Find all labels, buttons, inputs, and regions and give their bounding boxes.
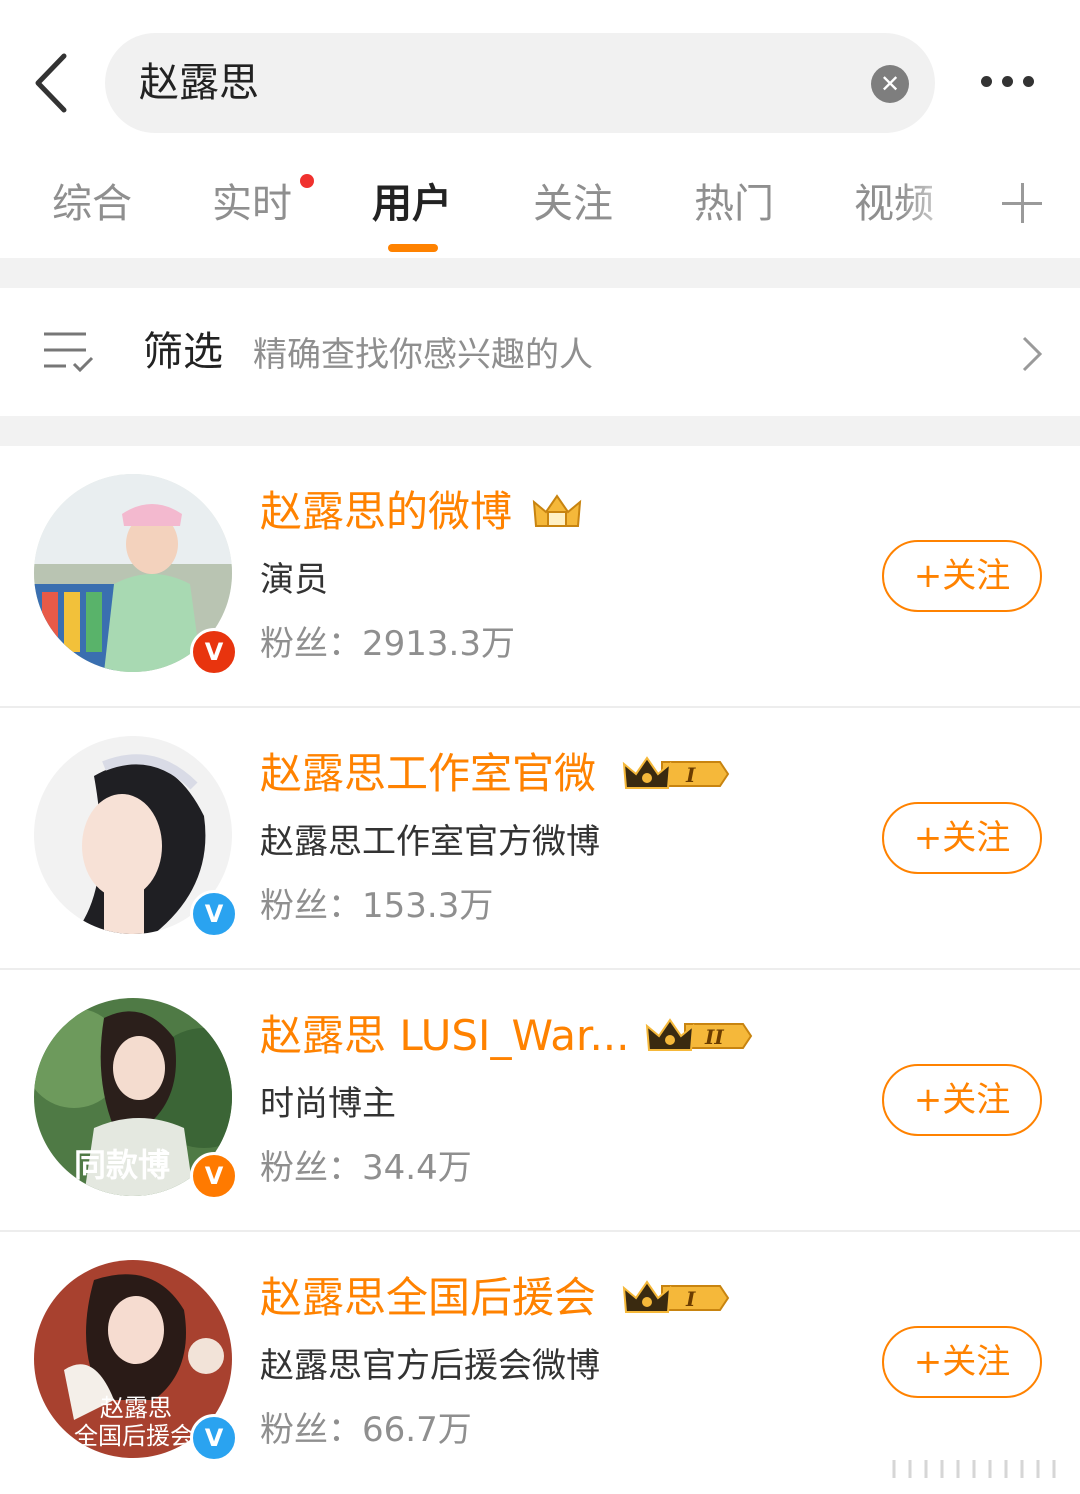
scroll-indicator [892, 1460, 1056, 1478]
search-box[interactable]: 赵露思 ✕ [105, 33, 935, 133]
follow-button[interactable]: +关注 [882, 1064, 1042, 1136]
fan-count: 粉丝：34.4万 [260, 1148, 472, 1188]
crown-badge-icon [532, 494, 582, 527]
follow-button[interactable]: +关注 [882, 540, 1042, 612]
verified-badge-icon: V [190, 628, 238, 676]
crown-level-badge-icon: I [622, 1280, 730, 1313]
filter-description: 精确查找你感兴趣的人 [253, 335, 593, 375]
tab-hot[interactable]: 热门 [694, 180, 774, 228]
user-description: 赵露思工作室官方微博 [260, 822, 600, 862]
back-arrow-icon[interactable] [30, 50, 80, 116]
follow-button[interactable]: +关注 [882, 802, 1042, 874]
fan-count: 粉丝：153.3万 [260, 886, 494, 926]
svg-text:II: II [704, 1025, 724, 1049]
user-result-row[interactable]: 赵露思 全国后援会 V 赵露思全国后援会 I 赵露思官方后援会微博 粉丝：66.… [0, 1232, 1080, 1494]
tab-following[interactable]: 关注 [533, 180, 613, 228]
fan-count: 粉丝：2913.3万 [260, 624, 515, 664]
section-gap [0, 416, 1080, 446]
active-tab-indicator [388, 244, 438, 252]
user-result-row[interactable]: V 赵露思工作室官微 I 赵露思工作室官方微博 粉丝：153.3万 +关注 [0, 708, 1080, 970]
section-gap [0, 258, 1080, 288]
tab-fade [900, 176, 970, 236]
crown-level-badge-icon: II [645, 1018, 753, 1051]
add-tab-icon[interactable] [1002, 182, 1046, 226]
user-result-row[interactable]: 同款博 V 赵露思 LUSI_War... II 时尚博主 粉丝：34.4万 +… [0, 970, 1080, 1232]
tab-comprehensive[interactable]: 综合 [52, 180, 132, 228]
user-description: 赵露思官方后援会微博 [260, 1346, 600, 1386]
search-input[interactable]: 赵露思 [139, 59, 259, 107]
header: 赵露思 ✕ [0, 0, 1080, 160]
clear-search-icon[interactable]: ✕ [871, 65, 909, 103]
user-description: 演员 [260, 560, 328, 600]
user-name[interactable]: 赵露思的微博 [260, 486, 512, 538]
fan-count: 粉丝：66.7万 [260, 1410, 472, 1450]
user-name[interactable]: 赵露思 LUSI_War... [260, 1010, 630, 1062]
verified-badge-icon: V [190, 890, 238, 938]
more-options-icon[interactable] [975, 62, 1045, 102]
svg-text:I: I [685, 763, 696, 787]
svg-text:I: I [685, 1287, 696, 1311]
user-result-row[interactable]: V 赵露思的微博 演员 粉丝：2913.3万 +关注 [0, 446, 1080, 708]
user-name[interactable]: 赵露思工作室官微 [260, 748, 596, 800]
notification-dot [300, 174, 314, 188]
svg-text:赵露思: 赵露思 [100, 1394, 172, 1422]
verified-badge-icon: V [190, 1152, 238, 1200]
chevron-right-icon [1022, 336, 1043, 372]
filter-row[interactable]: 筛选 精确查找你感兴趣的人 [0, 288, 1080, 416]
crown-level-badge-icon: I [622, 756, 730, 789]
follow-button[interactable]: +关注 [882, 1326, 1042, 1398]
svg-text:全国后援会: 全国后援会 [74, 1422, 194, 1450]
user-description: 时尚博主 [260, 1084, 396, 1124]
filter-list-icon [44, 332, 94, 373]
svg-text:同款博: 同款博 [74, 1146, 170, 1184]
user-name[interactable]: 赵露思全国后援会 [260, 1272, 596, 1324]
tab-realtime[interactable]: 实时 [212, 180, 292, 228]
verified-badge-icon: V [190, 1414, 238, 1462]
tab-users[interactable]: 用户 [372, 180, 452, 228]
filter-title: 筛选 [143, 329, 223, 375]
